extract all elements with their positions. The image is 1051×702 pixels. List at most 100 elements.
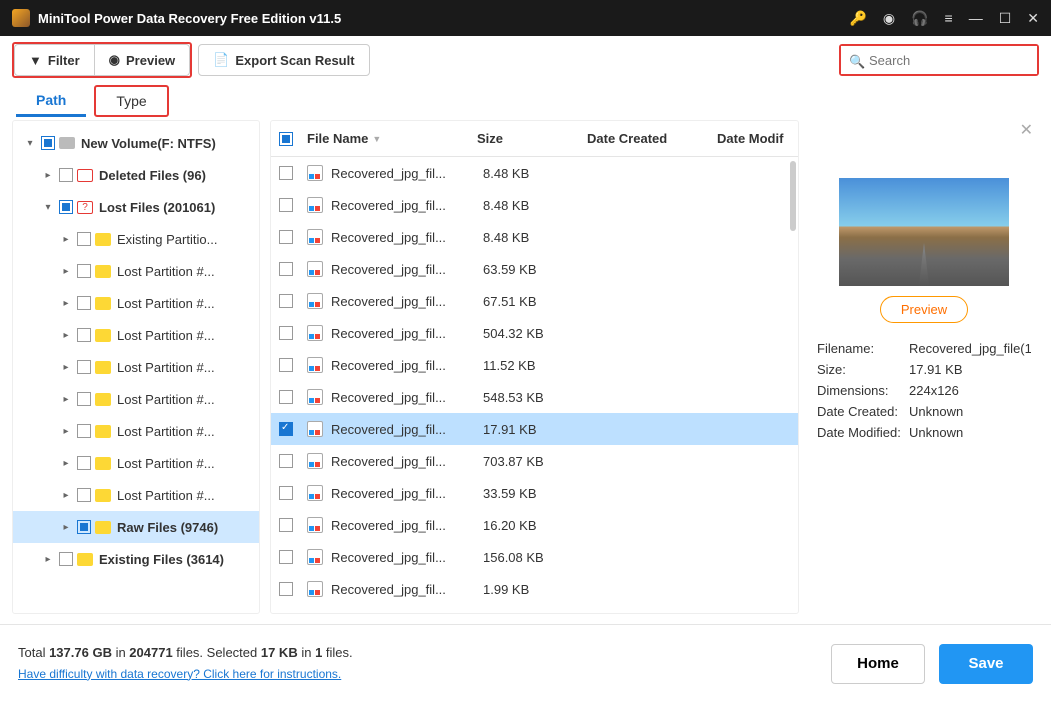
row-checkbox[interactable] (279, 518, 293, 532)
row-checkbox[interactable] (279, 230, 293, 244)
list-row[interactable]: Recovered_jpg_fil...16.20 KB (271, 509, 798, 541)
list-row[interactable]: Recovered_jpg_fil...703.87 KB (271, 445, 798, 477)
disc-icon[interactable]: ◉ (883, 10, 895, 27)
filter-label: Filter (48, 53, 80, 68)
preview-button[interactable]: ◉ Preview (95, 44, 191, 76)
file-size: 1.99 KB (483, 582, 593, 597)
row-checkbox[interactable] (279, 262, 293, 276)
list-row[interactable]: Recovered_jpg_fil...11.52 KB (271, 349, 798, 381)
row-checkbox[interactable] (279, 422, 293, 436)
tree-existing[interactable]: ▸Existing Files (3614) (13, 543, 259, 575)
tree-lost[interactable]: ▾?Lost Files (201061) (13, 191, 259, 223)
list-row[interactable]: Recovered_jpg_fil...504.32 KB (271, 317, 798, 349)
help-link[interactable]: Have difficulty with data recovery? Clic… (18, 667, 341, 681)
list-row[interactable]: Recovered_jpg_fil...8.48 KB (271, 157, 798, 189)
close-preview-icon[interactable]: ✕ (1020, 120, 1033, 140)
file-size: 156.08 KB (483, 550, 593, 565)
file-size: 504.32 KB (483, 326, 593, 341)
file-icon (307, 517, 323, 533)
close-icon[interactable]: ✕ (1027, 10, 1039, 27)
file-size: 548.53 KB (483, 390, 593, 405)
select-all-checkbox[interactable] (279, 132, 293, 146)
file-size: 63.59 KB (483, 262, 593, 277)
file-icon (307, 581, 323, 597)
save-button[interactable]: Save (939, 644, 1033, 684)
toolbar: ▼ Filter ◉ Preview 📄 Export Scan Result … (0, 36, 1051, 84)
tree-raw[interactable]: ▸Raw Files (9746) (13, 511, 259, 543)
tree-child[interactable]: ▸Lost Partition #... (13, 287, 259, 319)
list-row[interactable]: Recovered_jpg_fil...1.99 KB (271, 573, 798, 605)
headphones-icon[interactable]: 🎧 (911, 10, 928, 27)
filter-icon: ▼ (29, 53, 42, 68)
eye-icon: ◉ (109, 52, 120, 68)
file-icon (307, 453, 323, 469)
row-checkbox[interactable] (279, 294, 293, 308)
meta-modified-value: Unknown (909, 425, 1031, 440)
status-text: Total 137.76 GB in 204771 files. Selecte… (18, 643, 353, 664)
app-title: MiniTool Power Data Recovery Free Editio… (38, 11, 849, 26)
file-icon (307, 549, 323, 565)
footer: Total 137.76 GB in 204771 files. Selecte… (0, 624, 1051, 702)
meta-filename-value: Recovered_jpg_file(1 (909, 341, 1031, 356)
list-row[interactable]: Recovered_jpg_fil...63.59 KB (271, 253, 798, 285)
tree-child[interactable]: ▸Lost Partition #... (13, 479, 259, 511)
list-row[interactable]: Recovered_jpg_fil...67.51 KB (271, 285, 798, 317)
list-row[interactable]: Recovered_jpg_fil...156.08 KB (271, 541, 798, 573)
file-name: Recovered_jpg_fil... (331, 294, 483, 309)
tree-child[interactable]: ▸Lost Partition #... (13, 351, 259, 383)
maximize-icon[interactable]: ☐ (999, 10, 1012, 27)
tree-child[interactable]: ▸Existing Partitio... (13, 223, 259, 255)
row-checkbox[interactable] (279, 358, 293, 372)
meta-modified-label: Date Modified: (817, 425, 909, 440)
row-checkbox[interactable] (279, 550, 293, 564)
tree-deleted[interactable]: ▸Deleted Files (96) (13, 159, 259, 191)
search-input[interactable] (841, 46, 1037, 74)
file-name: Recovered_jpg_fil... (331, 358, 483, 373)
scrollbar[interactable] (790, 161, 796, 231)
filter-button[interactable]: ▼ Filter (14, 44, 95, 76)
col-modified[interactable]: Date Modif (717, 131, 790, 146)
list-row[interactable]: Recovered_jpg_fil...8.48 KB (271, 221, 798, 253)
file-name: Recovered_jpg_fil... (331, 230, 483, 245)
row-checkbox[interactable] (279, 486, 293, 500)
menu-icon[interactable]: ≡ (945, 10, 953, 26)
row-checkbox[interactable] (279, 390, 293, 404)
file-name: Recovered_jpg_fil... (331, 582, 483, 597)
file-icon (307, 197, 323, 213)
preview-open-button[interactable]: Preview (880, 296, 968, 323)
list-row[interactable]: Recovered_jpg_fil...17.91 KB (271, 413, 798, 445)
row-checkbox[interactable] (279, 326, 293, 340)
key-icon[interactable]: 🔑 (849, 10, 866, 27)
meta-size-label: Size: (817, 362, 909, 377)
list-row[interactable]: Recovered_jpg_fil...33.59 KB (271, 477, 798, 509)
preview-panel: ✕ Preview Filename:Recovered_jpg_file(1 … (809, 120, 1039, 614)
list-row[interactable]: Recovered_jpg_fil...548.53 KB (271, 381, 798, 413)
row-checkbox[interactable] (279, 454, 293, 468)
list-row[interactable]: Recovered_jpg_fil...8.48 KB (271, 189, 798, 221)
meta-size-value: 17.91 KB (909, 362, 1031, 377)
col-size[interactable]: Size (477, 131, 587, 146)
row-checkbox[interactable] (279, 198, 293, 212)
tree-root[interactable]: ▾New Volume(F: NTFS) (13, 127, 259, 159)
file-name: Recovered_jpg_fil... (331, 550, 483, 565)
tree-child[interactable]: ▸Lost Partition #... (13, 383, 259, 415)
tab-path[interactable]: Path (16, 86, 86, 117)
col-filename[interactable]: File Name ▼ (307, 131, 477, 146)
row-checkbox[interactable] (279, 582, 293, 596)
export-button[interactable]: 📄 Export Scan Result (198, 44, 369, 76)
home-button[interactable]: Home (831, 644, 925, 684)
file-icon (307, 485, 323, 501)
tree-child[interactable]: ▸Lost Partition #... (13, 447, 259, 479)
file-list: File Name ▼ Size Date Created Date Modif… (270, 120, 799, 614)
col-created[interactable]: Date Created (587, 131, 717, 146)
minimize-icon[interactable]: — (969, 10, 983, 26)
tab-type[interactable]: Type (96, 87, 166, 115)
meta-dim-value: 224x126 (909, 383, 1031, 398)
row-checkbox[interactable] (279, 166, 293, 180)
file-size: 33.59 KB (483, 486, 593, 501)
export-icon: 📄 (213, 52, 229, 68)
tree-child[interactable]: ▸Lost Partition #... (13, 319, 259, 351)
tree-child[interactable]: ▸Lost Partition #... (13, 415, 259, 447)
file-icon (307, 165, 323, 181)
tree-child[interactable]: ▸Lost Partition #... (13, 255, 259, 287)
